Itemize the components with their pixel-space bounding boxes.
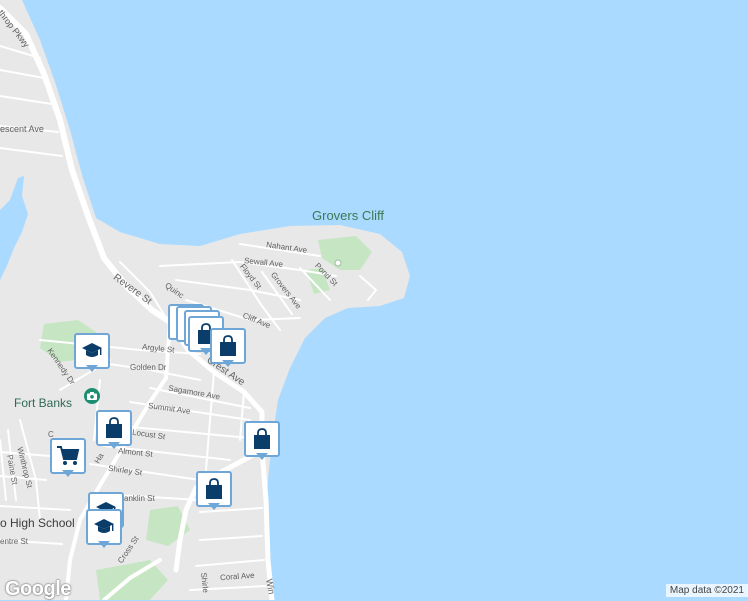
camera-icon[interactable] [84,388,100,404]
pin-pointer [222,360,234,367]
google-logo[interactable]: Google [5,578,71,601]
school-icon [74,333,110,369]
pin-pointer [86,365,98,372]
shopping-bag-icon [196,471,232,507]
map-pin[interactable] [196,471,232,511]
pin-pointer [108,442,120,449]
shopping-cart-icon [50,438,86,474]
park-path-node [334,259,342,267]
map-pin[interactable] [86,509,122,549]
map-pin[interactable] [96,410,132,450]
pin-pointer [98,541,110,548]
label-high-school[interactable]: o High School [0,516,75,530]
label-franklin-st: anklin St [124,494,155,503]
label-crescent-ave: escent Ave [0,124,44,134]
map-pin[interactable] [244,421,280,461]
map-pin[interactable] [50,438,86,478]
school-icon [86,509,122,545]
map-pin[interactable] [210,328,246,368]
map-pin[interactable] [74,333,110,373]
shopping-bag-icon [96,410,132,446]
label-fort-banks[interactable]: Fort Banks [14,396,72,410]
shopping-bag-icon [210,328,246,364]
label-grovers-cliff[interactable]: Grovers Cliff [312,208,384,223]
pin-pointer [208,503,220,510]
label-golden-dr: Golden Dr [130,363,167,372]
map-attribution[interactable]: Map data ©2021 [665,584,748,597]
pin-pointer [62,470,74,477]
shopping-bag-icon [244,421,280,457]
label-centre-st: entre St [0,537,29,546]
pin-pointer [256,453,268,460]
